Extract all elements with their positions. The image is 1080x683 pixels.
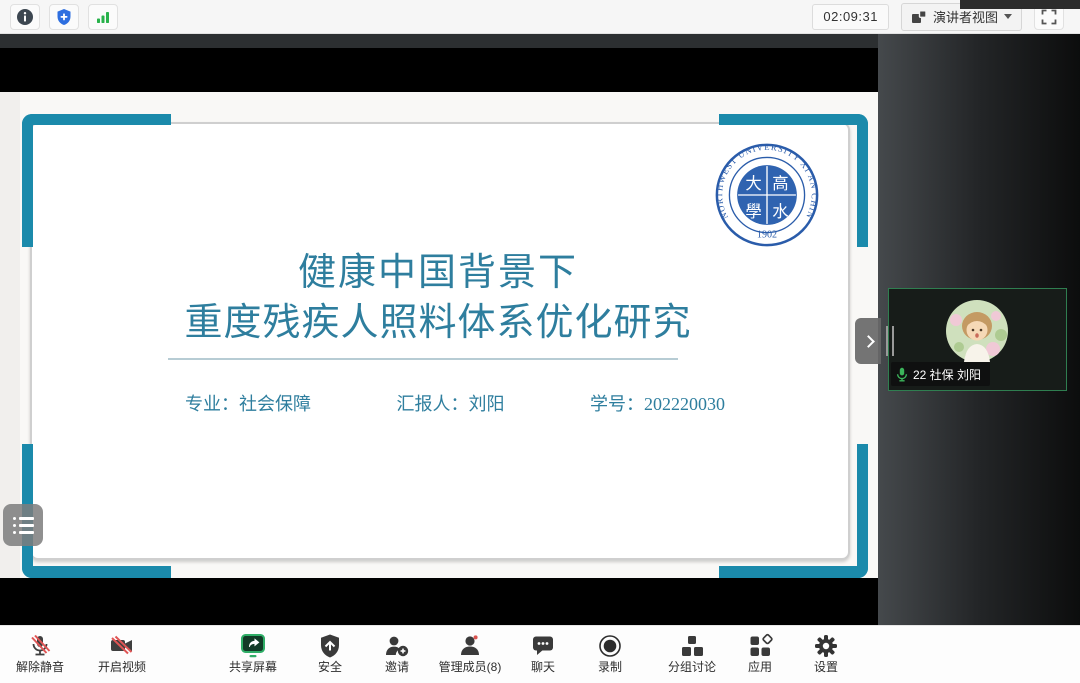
apps-icon — [747, 632, 773, 660]
speaker-view-icon — [911, 10, 927, 24]
logo-emblem-char: 水 — [772, 203, 788, 221]
top-right-dark-strip — [960, 0, 1080, 9]
student-id-field: 学号：202220030 — [590, 390, 725, 416]
settings-gear-icon — [813, 632, 839, 660]
letterbox-top — [0, 48, 878, 92]
chat-label: 聊天 — [531, 660, 555, 675]
panel-resize-grip[interactable] — [886, 326, 894, 356]
slide-corner-decoration — [22, 114, 171, 247]
logo-year: 1902 — [757, 229, 777, 240]
meeting-timer: 02:09:31 — [812, 4, 889, 30]
slide-corner-decoration — [719, 444, 868, 578]
info-button[interactable] — [10, 4, 40, 30]
apps-label: 应用 — [748, 660, 772, 675]
slide-corner-decoration — [22, 444, 171, 578]
participant-name-badge: 22 社保 刘阳 — [891, 362, 990, 386]
panel-collapse-handle[interactable] — [855, 318, 881, 364]
camera-off-icon — [108, 632, 136, 660]
letterbox-bottom — [0, 578, 878, 625]
chevron-right-icon — [862, 335, 875, 348]
dropdown-caret-icon — [1004, 14, 1012, 19]
major-field: 专业：社会保障 — [185, 390, 311, 416]
slide-title: 健康中国背景下 重度残疾人照料体系优化研究 — [30, 250, 846, 346]
mic-on-icon — [896, 367, 908, 382]
logo-emblem-char: 大 — [745, 175, 761, 193]
chat-icon — [530, 632, 556, 660]
breakout-rooms-icon — [679, 632, 705, 660]
record-button[interactable]: 录制 — [584, 632, 636, 678]
invite-label: 邀请 — [385, 660, 409, 675]
fullscreen-icon — [1041, 9, 1057, 25]
network-status-button[interactable] — [88, 4, 118, 30]
mic-muted-icon — [27, 632, 53, 660]
settings-button[interactable]: 设置 — [797, 632, 855, 678]
unmute-label: 解除静音 — [16, 660, 64, 675]
invite-button[interactable]: 邀请 — [371, 632, 423, 678]
unmute-button[interactable]: 解除静音 — [6, 632, 74, 678]
record-icon — [597, 632, 623, 660]
info-icon — [16, 8, 34, 26]
view-mode-label: 演讲者视图 — [933, 7, 998, 26]
manage-members-label: 管理成员(8) — [439, 660, 502, 675]
slide-info-row: 专业：社会保障 汇报人：刘阳 学号：202220030 — [185, 390, 725, 416]
title-underline — [168, 358, 678, 360]
presentation-stage: NORTHWEST UNIVERSITY XI'AN CHINA 1902 大 … — [0, 92, 878, 578]
security-button[interactable]: 安全 — [304, 632, 356, 678]
manage-members-button[interactable]: 管理成员(8) — [424, 632, 516, 678]
network-signal-icon — [94, 8, 112, 26]
slide-title-line2: 重度残疾人照料体系优化研究 — [30, 300, 846, 346]
meeting-window: 02:09:31 演讲者视图 — [0, 0, 1080, 683]
top-bar: 02:09:31 演讲者视图 — [0, 0, 1080, 34]
slide-title-line1: 健康中国背景下 — [30, 250, 846, 296]
invite-user-icon — [383, 632, 411, 660]
apps-button[interactable]: 应用 — [732, 632, 788, 678]
logo-emblem-char: 學 — [745, 203, 761, 221]
settings-label: 设置 — [814, 660, 838, 675]
university-logo: NORTHWEST UNIVERSITY XI'AN CHINA 1902 大 … — [714, 142, 820, 248]
list-icon — [13, 517, 34, 520]
shared-window-bar — [0, 33, 878, 48]
share-screen-label: 共享屏幕 — [229, 660, 277, 675]
shield-plus-icon — [55, 8, 73, 26]
chat-button[interactable]: 聊天 — [517, 632, 569, 678]
meeting-toolbar: 解除静音 开启视频 共享屏幕 — [0, 625, 1080, 683]
record-label: 录制 — [598, 660, 622, 675]
security-status-button[interactable] — [49, 4, 79, 30]
participant-name: 22 社保 刘阳 — [913, 366, 981, 383]
manage-members-icon — [457, 632, 483, 660]
participant-video-tile[interactable]: 22 社保 刘阳 — [888, 288, 1067, 391]
topbar-left-group — [0, 4, 118, 30]
presenter-field: 汇报人：刘阳 — [397, 390, 505, 416]
start-video-button[interactable]: 开启视频 — [88, 632, 156, 678]
annotation-toolbar-tab[interactable] — [3, 504, 43, 546]
security-label: 安全 — [318, 660, 342, 675]
breakout-rooms-label: 分组讨论 — [668, 660, 716, 675]
start-video-label: 开启视频 — [98, 660, 146, 675]
participant-avatar — [946, 300, 1008, 362]
share-screen-button[interactable]: 共享屏幕 — [219, 632, 287, 678]
share-screen-icon — [238, 632, 268, 660]
breakout-rooms-button[interactable]: 分组讨论 — [656, 632, 728, 678]
logo-emblem-char: 高 — [772, 175, 788, 193]
shared-screen-area: NORTHWEST UNIVERSITY XI'AN CHINA 1902 大 … — [0, 33, 878, 625]
security-shield-icon — [318, 632, 342, 660]
